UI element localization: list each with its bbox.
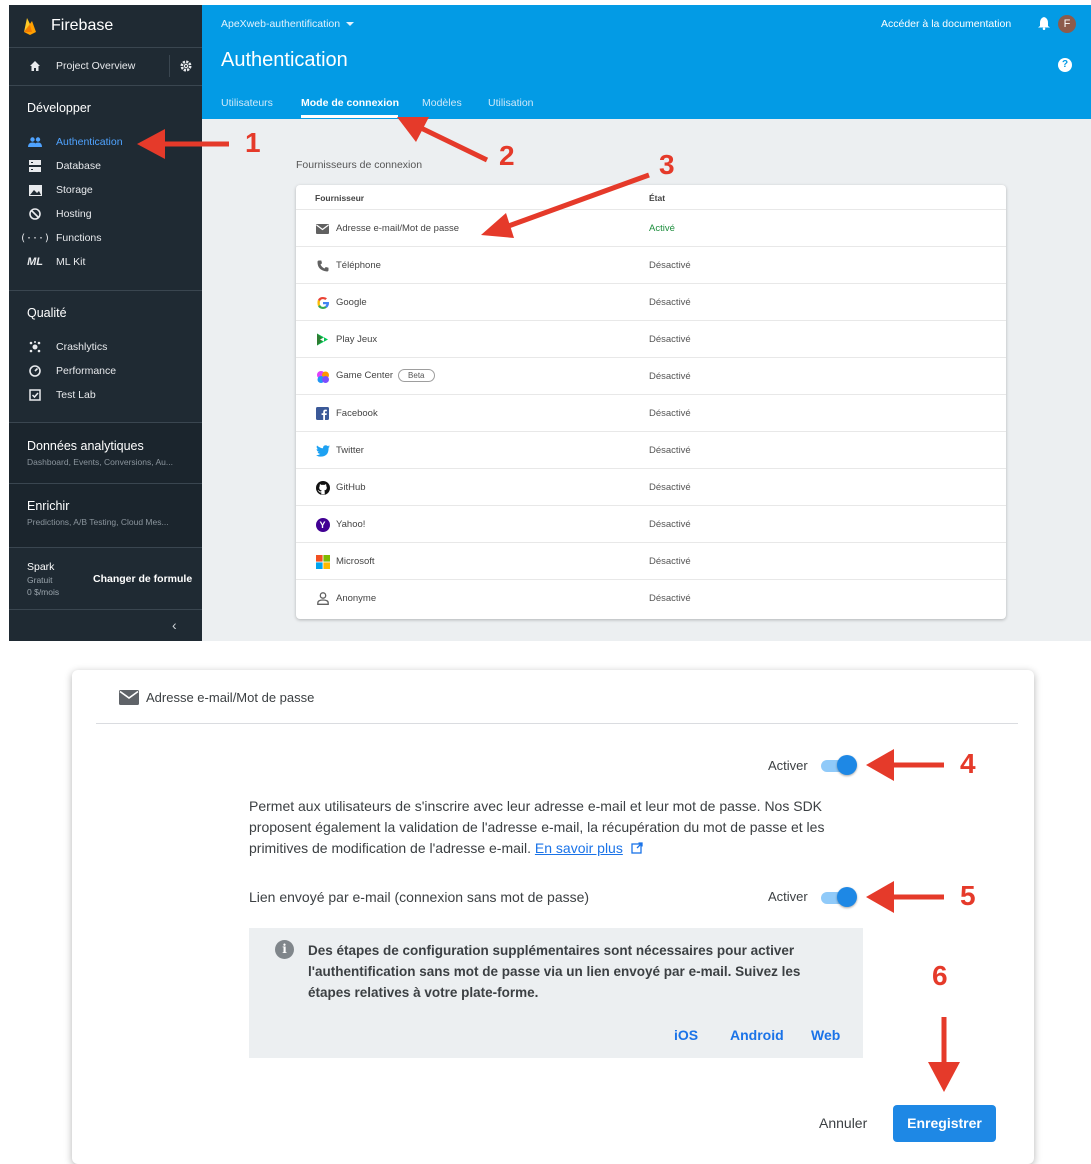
arrow-3 bbox=[481, 172, 650, 238]
annotation-number-6: 6 bbox=[932, 960, 948, 991]
annotation-arrows-top bbox=[137, 117, 650, 238]
arrow-1 bbox=[137, 129, 229, 159]
annotation-number-5: 5 bbox=[960, 880, 976, 911]
firebase-console-screenshot: Firebase Project Overview Développer Aut… bbox=[9, 5, 1091, 641]
annotation-number-4: 4 bbox=[960, 748, 976, 779]
annotation-number-3: 3 bbox=[659, 149, 675, 180]
annotation-number-2: 2 bbox=[499, 140, 515, 171]
arrow-6 bbox=[928, 1017, 960, 1092]
arrow-5 bbox=[866, 881, 944, 913]
annotation-number-1: 1 bbox=[245, 127, 261, 158]
annotation-arrows-bottom bbox=[866, 749, 960, 1092]
arrow-2 bbox=[397, 117, 489, 163]
arrow-4 bbox=[866, 749, 944, 781]
email-password-dialog: Adresse e-mail/Mot de passe Activer Perm… bbox=[72, 670, 1034, 1164]
